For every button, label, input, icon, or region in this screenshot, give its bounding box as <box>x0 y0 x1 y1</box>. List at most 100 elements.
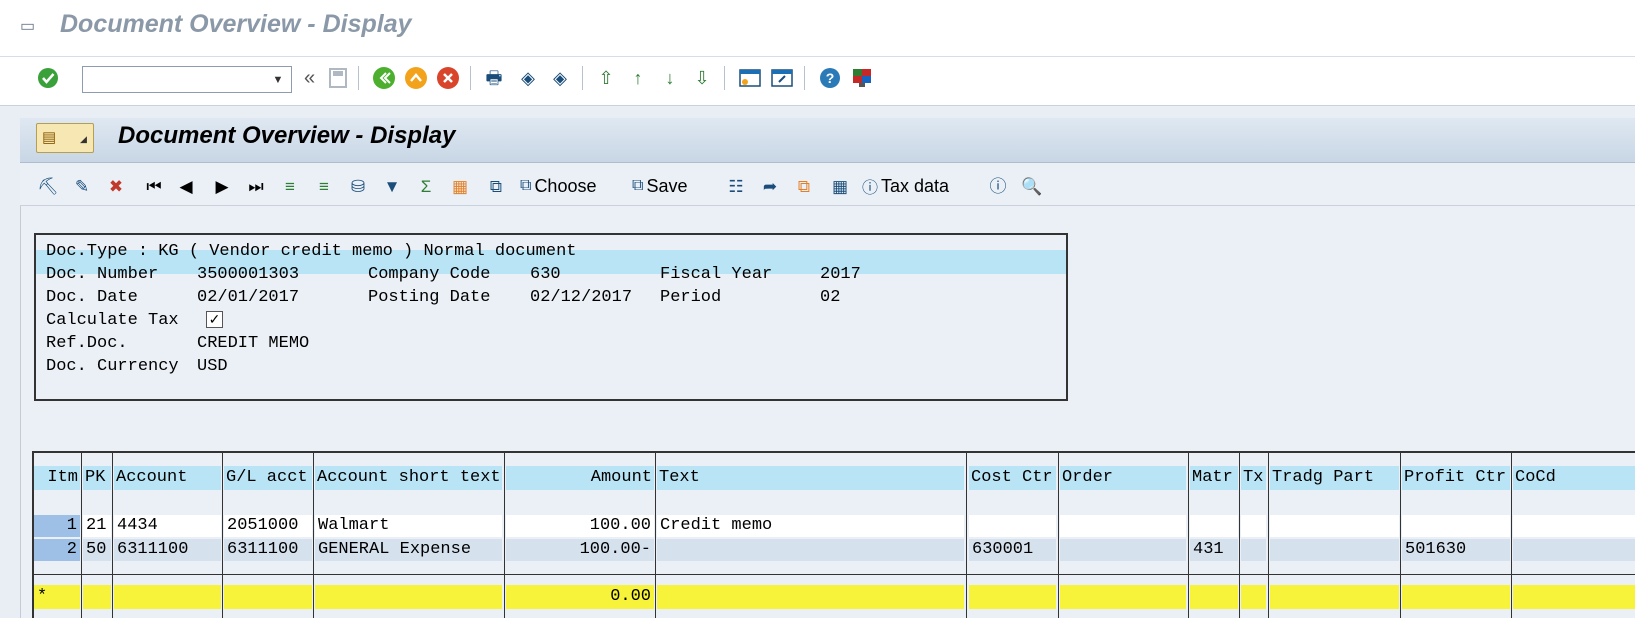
choose-layout-icon: ⧉ <box>520 177 532 194</box>
column-divider <box>655 451 656 618</box>
choose-button[interactable]: ⧉ Choose <box>520 174 596 198</box>
zoom-icon[interactable]: 🔍 <box>1020 174 1044 198</box>
tax-data-button[interactable]: ⓘ Tax data <box>862 174 949 198</box>
column-header-cost-ctr[interactable]: Cost Ctr <box>969 466 1056 490</box>
table-row-2-cost-ctr: 630001 <box>969 539 1056 561</box>
calculator-icon[interactable]: ▦ <box>828 174 852 198</box>
column-header-gl-acct[interactable]: G/L acct <box>224 466 312 490</box>
sum-row-cell <box>1060 585 1186 609</box>
doc-date-value: 02/01/2017 <box>197 288 300 307</box>
column-divider <box>81 451 82 618</box>
sum-row-cell <box>1190 585 1238 609</box>
subtotal-icon[interactable]: ▦ <box>448 174 472 198</box>
last-item-icon[interactable]: ⏭ <box>244 174 268 198</box>
window-title: Document Overview - Display <box>60 10 412 38</box>
period-value: 02 <box>820 288 841 307</box>
send-icon[interactable]: ➦ <box>758 174 782 198</box>
sum-icon[interactable]: Σ <box>414 174 438 198</box>
column-divider <box>313 451 314 618</box>
column-header-order[interactable]: Order <box>1060 466 1186 490</box>
edit-pencil-icon[interactable]: ✎ <box>70 174 94 198</box>
save-layout-button[interactable]: ⧉ Save <box>632 174 687 198</box>
column-divider <box>1400 451 1401 618</box>
column-header-account[interactable]: Account <box>114 466 221 490</box>
first-page-icon[interactable]: ⇧ <box>594 66 618 90</box>
column-header-text[interactable]: Text <box>657 466 964 490</box>
customize-layout-icon[interactable] <box>850 66 874 90</box>
column-header-amount[interactable]: Amount <box>506 466 654 490</box>
table-row-2-itm[interactable]: 2 <box>34 539 80 561</box>
table-row-1-order <box>1060 515 1186 537</box>
collapse-command-icon[interactable]: « <box>304 67 315 90</box>
table-row-1-itm[interactable]: 1 <box>34 515 80 537</box>
enter-icon[interactable] <box>36 66 60 90</box>
find-next-icon[interactable]: ◈ <box>548 66 572 90</box>
next-page-icon[interactable]: ↓ <box>658 66 682 90</box>
shortcut-icon[interactable] <box>770 66 794 90</box>
column-divider <box>112 451 113 618</box>
last-page-icon[interactable]: ⇩ <box>690 66 714 90</box>
table-row-1-pk: 21 <box>83 515 111 537</box>
find-icon[interactable]: ◈ <box>516 66 540 90</box>
info-icon: ⓘ <box>862 180 879 197</box>
help-icon[interactable]: ? <box>818 66 842 90</box>
doc-number-label: Doc. Number <box>46 265 159 284</box>
table-row-1-cocd <box>1513 515 1635 537</box>
column-header-pk[interactable]: PK <box>83 466 111 490</box>
column-divider <box>504 451 505 618</box>
column-divider <box>1268 451 1269 618</box>
next-item-icon[interactable]: ▶ <box>210 174 234 198</box>
table-row-2-text <box>657 539 964 561</box>
export-icon[interactable]: ☷ <box>724 174 748 198</box>
table-row-2-cocd <box>1513 539 1635 561</box>
calculate-tax-checkbox[interactable]: ✓ <box>206 311 223 328</box>
sum-divider <box>34 574 1635 575</box>
column-header-cocd[interactable]: CoCd <box>1513 466 1635 490</box>
display-currency-icon[interactable]: ⛏ <box>36 174 60 198</box>
table-row-1-account: 4434 <box>114 515 221 537</box>
copy-icon[interactable]: ⧉ <box>792 174 816 198</box>
back-icon[interactable] <box>372 66 396 90</box>
print-preview-icon[interactable]: ⛁ <box>346 174 370 198</box>
layout-icon[interactable]: ⧉ <box>484 174 508 198</box>
save-icon[interactable] <box>326 66 350 90</box>
first-item-icon[interactable]: ⏮ <box>142 174 166 198</box>
exit-icon[interactable] <box>404 66 428 90</box>
sum-row-cell <box>224 585 312 609</box>
cancel-icon[interactable] <box>436 66 460 90</box>
previous-page-icon[interactable]: ↑ <box>626 66 650 90</box>
sum-row-cell <box>1270 585 1399 609</box>
sum-row-cell <box>657 585 964 609</box>
column-header-tradg-part[interactable]: Tradg Part <box>1270 466 1399 490</box>
chevron-down-icon[interactable]: ▼ <box>268 66 288 93</box>
exit-menu-icon[interactable]: ▭ <box>20 19 38 35</box>
column-header-matr[interactable]: Matr <box>1190 466 1238 490</box>
column-header-tx[interactable]: Tx <box>1241 466 1266 490</box>
print-icon[interactable]: 🖶 <box>482 66 506 90</box>
table-row-2-tx <box>1241 539 1266 561</box>
sort-ascending-icon[interactable]: ≡ <box>278 174 302 198</box>
company-code-label: Company Code <box>368 265 491 284</box>
column-divider <box>1239 451 1240 618</box>
sort-descending-icon[interactable]: ≡ <box>312 174 336 198</box>
column-header-profit-ctr[interactable]: Profit Ctr <box>1402 466 1510 490</box>
command-field[interactable] <box>82 66 292 93</box>
sum-row-cell <box>83 585 111 609</box>
table-row-2-profit-ctr: 501630 <box>1402 539 1510 561</box>
info-icon[interactable]: ⓘ <box>986 174 1010 198</box>
column-header-account-short-text[interactable]: Account short text <box>315 466 502 490</box>
previous-item-icon[interactable]: ◀ <box>174 174 198 198</box>
new-session-icon[interactable] <box>738 66 762 90</box>
table-row-1-tx <box>1241 515 1266 537</box>
page-title: Document Overview - Display <box>118 122 456 149</box>
table-row-1-cost-ctr <box>969 515 1056 537</box>
sum-row-cell <box>969 585 1056 609</box>
sum-row-marker: * <box>34 585 80 609</box>
menu-icon: ▤ <box>42 129 57 146</box>
doc-currency-value: USD <box>197 357 228 376</box>
filter-icon[interactable]: ▼ <box>380 174 404 198</box>
fiscal-year-label: Fiscal Year <box>660 265 773 284</box>
change-icon[interactable]: ✖ <box>104 174 128 198</box>
tax-data-label: Tax data <box>881 175 950 196</box>
column-header-itm[interactable]: Itm <box>34 466 80 490</box>
